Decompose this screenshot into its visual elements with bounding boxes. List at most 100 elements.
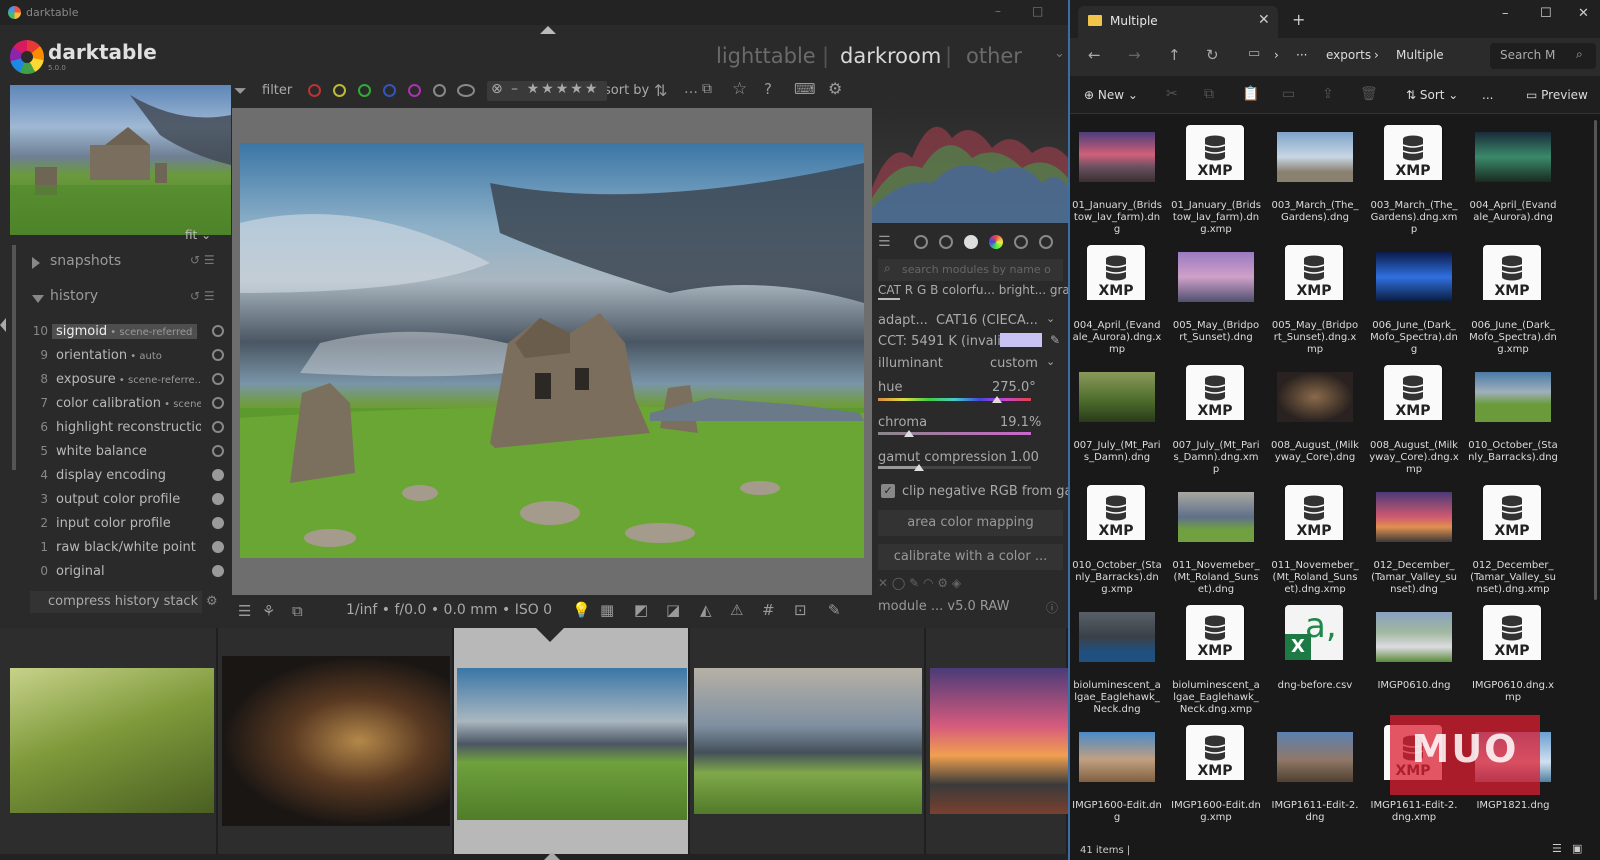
color-picker-icon[interactable]: ✎ [1050, 333, 1060, 347]
xmp-file-item[interactable]: XMP 005_May_(Bridport_Sunset).dng.xmp [1270, 240, 1360, 360]
more-icon[interactable]: … [684, 81, 698, 97]
info-icon[interactable]: ⓘ [1046, 599, 1058, 616]
effects-group-icon[interactable] [1039, 235, 1053, 249]
correct-group-icon[interactable] [1014, 235, 1028, 249]
close-tab-icon[interactable]: ✕ [1258, 12, 1270, 28]
view-lighttable[interactable]: lighttable [716, 44, 816, 68]
history-item[interactable]: 4 display encoding [20, 465, 228, 487]
film-thumb-lake[interactable] [694, 668, 922, 814]
compress-history-button[interactable]: compress history stack [30, 591, 202, 613]
minimize-icon[interactable]: – [1502, 6, 1509, 21]
history-header[interactable]: history [50, 288, 98, 304]
image-file-item[interactable]: IMGP1611-Edit-2.dng [1270, 720, 1360, 840]
adaptation-select[interactable]: CAT16 (CIECA... [936, 313, 1038, 328]
expand-snapshots-icon[interactable] [32, 257, 40, 269]
image-file-item[interactable]: 005_May_(Bridport_Sunset).dng [1171, 240, 1261, 360]
xmp-file-item[interactable]: XMP 011_Novemeber_(Mt_Roland_Sunset).dng.… [1270, 480, 1360, 600]
clip-negative-checkbox[interactable]: ✓ [881, 484, 895, 498]
view-other[interactable]: other [966, 44, 1022, 68]
tone-group-icon[interactable] [964, 235, 978, 249]
history-item[interactable]: 3 output color profile [20, 489, 228, 511]
xmp-file-item[interactable]: XMP IMGP1600-Edit.dng.xmp [1171, 720, 1261, 840]
collapse-left-panel-icon[interactable] [0, 318, 6, 332]
gamut-slider[interactable] [878, 466, 1031, 469]
color-label-blue-icon[interactable] [383, 84, 396, 97]
image-file-item[interactable]: IMGP1600-Edit.dng [1072, 720, 1162, 840]
keyboard-icon[interactable]: ⌨ [794, 80, 816, 98]
xmp-file-item[interactable]: XMP IMGP0610.dng.xmp [1468, 600, 1558, 720]
history-item[interactable]: 6 highlight reconstruction [20, 417, 228, 439]
sort-button[interactable]: ⇅ Sort ⌄ [1406, 88, 1458, 102]
image-file-item[interactable]: 01_January_(Bridstow_lav_farm).dng [1072, 120, 1162, 240]
more-button[interactable]: ... [1482, 88, 1493, 102]
hue-slider[interactable] [878, 398, 1031, 401]
navigation-thumbnail[interactable] [10, 85, 231, 235]
sort-order-icon[interactable]: ⇅ [654, 81, 667, 100]
create-style-icon[interactable]: ⚙ [206, 594, 218, 609]
help-icon[interactable]: ? [764, 80, 772, 98]
share-icon[interactable]: ⇪ [1322, 86, 1334, 102]
color-label-op-icon[interactable] [457, 84, 475, 97]
image-file-item[interactable]: 008_August_(Milkyway_Core).dng [1270, 360, 1360, 480]
image-file-item[interactable]: 003_March_(The_Gardens).dng [1270, 120, 1360, 240]
view-darkroom[interactable]: darkroom [840, 44, 941, 68]
raw-overexposed-icon[interactable]: ▦ [600, 601, 614, 619]
histogram[interactable] [872, 98, 1068, 223]
breadcrumb-more[interactable]: ··· [1296, 48, 1307, 62]
clipping-icon[interactable]: ◩ [634, 601, 648, 619]
maximize-icon[interactable]: ☐ [1540, 6, 1552, 21]
gear-icon[interactable]: ⚙ [828, 79, 842, 98]
details-view-icon[interactable]: ☰ [1552, 842, 1562, 855]
active-modules-icon[interactable] [914, 235, 928, 249]
chroma-slider[interactable] [878, 432, 1031, 435]
chevron-down-icon[interactable]: ⌄ [1054, 46, 1065, 61]
iso12646-icon[interactable]: 💡 [572, 601, 591, 619]
area-color-mapping-section[interactable]: area color mapping [878, 510, 1063, 536]
new-tab-icon[interactable]: + [1292, 10, 1305, 29]
base-modules-icon[interactable] [939, 235, 953, 249]
image-file-item[interactable]: IMGP0610.dng [1369, 600, 1459, 720]
image-file-item[interactable]: bioluminescent_algae_Eaglehawk_Neck.dng [1072, 600, 1162, 720]
collapse-bottom-panel-icon[interactable] [544, 852, 560, 860]
maximize-icon[interactable]: □ [1032, 4, 1043, 18]
history-item[interactable]: 1 raw black/white point ... [20, 537, 228, 559]
film-thumb-ruin[interactable] [457, 668, 687, 820]
history-item[interactable]: 2 input color profile [20, 513, 228, 535]
second-window-icon[interactable]: ⧉ [292, 602, 303, 620]
rename-icon[interactable]: ▭ [1282, 86, 1295, 102]
gamut-check-icon[interactable]: ⚠ [730, 601, 743, 619]
metadata-icon[interactable]: ✎ [828, 601, 841, 619]
delete-icon[interactable]: 🗑 [1360, 86, 1378, 102]
module-search-input[interactable]: search modules by name o [878, 259, 1063, 281]
xmp-file-item[interactable]: XMP 01_January_(Bridstow_lav_farm).dng.xm… [1171, 120, 1261, 240]
history-item[interactable]: 8 exposure • scene-referre... [20, 369, 228, 391]
color-group-icon[interactable] [989, 235, 1003, 249]
calibrate-color-section[interactable]: calibrate with a color ... [878, 544, 1063, 570]
xmp-file-item[interactable]: XMP 007_July_(Mt_Paris_Damn).dng.xmp [1171, 360, 1261, 480]
copy-icon[interactable]: ⧉ [1204, 86, 1214, 102]
tiles-view-icon[interactable]: ▣ [1572, 842, 1582, 855]
explorer-scrollbar[interactable] [1594, 120, 1597, 600]
focus-peaking-icon[interactable]: ◭ [700, 601, 712, 619]
softproof-icon[interactable]: ◪ [666, 601, 680, 619]
new-button[interactable]: ⊕ New ⌄ [1084, 88, 1138, 102]
presets-icon[interactable]: ⚘ [262, 602, 275, 620]
left-scrollbar[interactable] [12, 245, 16, 470]
color-label-none-icon[interactable] [433, 84, 446, 97]
chevron-down-icon[interactable]: ⌄ [1046, 355, 1055, 368]
back-icon[interactable]: ← [1088, 46, 1101, 64]
history-item[interactable]: 10 sigmoid • scene-referred ... [20, 321, 228, 343]
history-item[interactable]: 5 white balance [20, 441, 228, 463]
snapshots-header[interactable]: snapshots [50, 253, 121, 269]
gamut-slider-handle[interactable] [914, 464, 924, 471]
color-assessment-icon[interactable]: ⊡ [794, 601, 807, 619]
xmp-file-item[interactable]: XMP 003_March_(The_Gardens).dng.xmp [1369, 120, 1459, 240]
film-thumb-redsky[interactable] [930, 668, 1068, 814]
xmp-file-item[interactable]: XMP 006_June_(Dark_Mofo_Spectra).dng.xmp [1468, 240, 1558, 360]
quick-access-icon[interactable]: ☰ [238, 602, 251, 620]
chroma-slider-handle[interactable] [904, 430, 914, 437]
history-item[interactable]: 0 original [20, 561, 228, 583]
rating-filter[interactable]: ⊗ – ★★★★★ [487, 81, 607, 101]
illuminant-color-swatch[interactable] [1000, 333, 1042, 347]
xmp-file-item[interactable]: XMP bioluminescent_algae_Eaglehawk_Neck.d… [1171, 600, 1261, 720]
